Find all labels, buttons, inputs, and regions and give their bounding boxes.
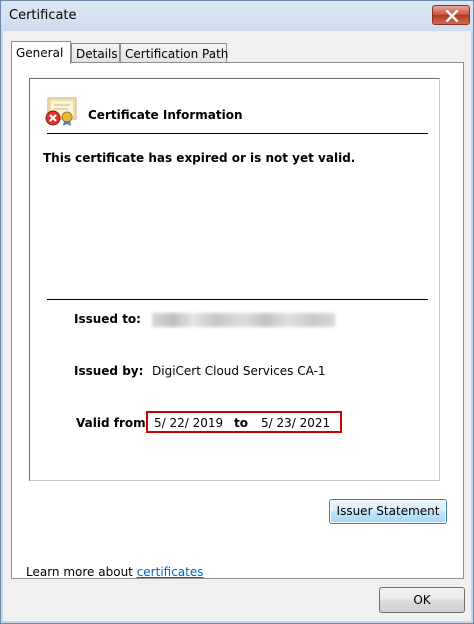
issuer-statement-button[interactable]: Issuer Statement <box>329 499 447 524</box>
tab-details-label: Details <box>76 47 118 61</box>
valid-from-date: 5/ 22/ 2019 <box>154 416 224 430</box>
issued-by-label: Issued by: <box>74 364 144 378</box>
general-tab-panel: Certificate Information This certificate… <box>11 62 464 579</box>
dialog-body: General Details Certification Path Certi… <box>3 31 471 621</box>
certificate-error-icon <box>45 97 77 126</box>
info-title: Certificate Information <box>88 108 243 122</box>
issued-to-value-redacted <box>152 313 335 327</box>
valid-from-label: Valid from <box>76 416 146 430</box>
title-bar[interactable]: Certificate <box>1 1 473 31</box>
tab-certification-path-label: Certification Path <box>125 47 229 61</box>
divider-top <box>47 133 428 134</box>
certificate-window: Certificate General Details Certificatio… <box>0 0 474 624</box>
close-icon <box>445 10 459 22</box>
learn-more-prefix: Learn more about <box>26 565 133 579</box>
issued-to-label: Issued to: <box>74 312 141 326</box>
certificate-info-box: Certificate Information This certificate… <box>29 78 440 481</box>
valid-to-date: 5/ 23/ 2021 <box>261 416 331 430</box>
ok-button[interactable]: OK <box>379 587 465 613</box>
certificates-link[interactable]: certificates <box>137 565 204 579</box>
tab-details[interactable]: Details <box>71 43 120 62</box>
valid-to-word: to <box>234 416 248 430</box>
issued-by-value: DigiCert Cloud Services CA-1 <box>152 364 326 378</box>
close-button[interactable] <box>432 5 470 25</box>
tab-general-label: General <box>16 46 64 60</box>
tab-certification-path[interactable]: Certification Path <box>120 43 229 62</box>
validity-highlight: 5/ 22/ 2019 to 5/ 23/ 2021 <box>146 411 342 433</box>
divider-bottom <box>47 299 428 300</box>
tab-general[interactable]: General <box>11 41 71 64</box>
validity-warning: This certificate has expired or is not y… <box>43 151 356 165</box>
learn-more-text: Learn more about certificates <box>26 565 204 579</box>
window-title: Certificate <box>9 8 77 23</box>
